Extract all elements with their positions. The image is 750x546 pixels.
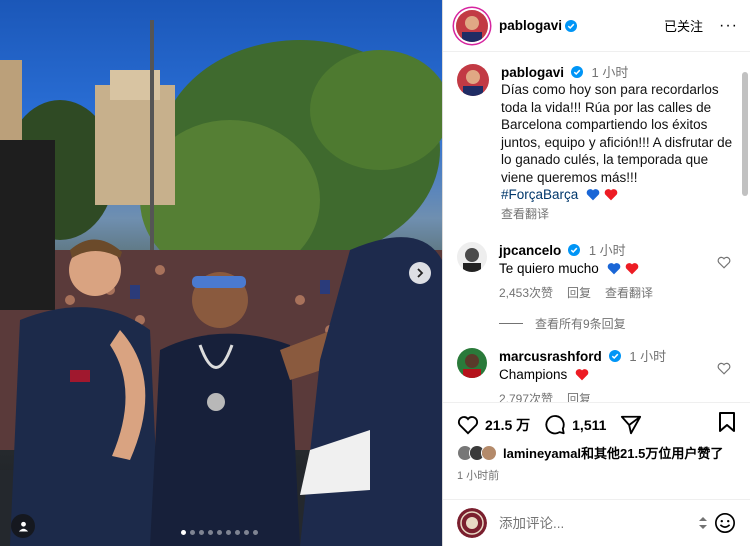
blue-heart-emoji-icon [607, 262, 620, 274]
comment-translate-link[interactable]: 查看翻译 [605, 284, 653, 301]
caption-translate-link[interactable]: 查看翻译 [501, 205, 733, 222]
likes-summary[interactable]: lamineyamal和其他21.5万位用户赞了 [457, 443, 723, 462]
comment-heart-icon[interactable] [717, 256, 731, 269]
carousel-dot[interactable] [244, 530, 249, 535]
carousel-dots [181, 530, 258, 535]
chevron-right-icon [417, 268, 424, 278]
comment-button[interactable]: 1,511 [544, 414, 606, 436]
comment-time: 1 小时 [588, 242, 626, 258]
commenter-username[interactable]: marcusrashford [499, 349, 602, 364]
red-heart-emoji-icon [604, 189, 618, 201]
caption-text: Días como hoy son para recordarlos toda … [501, 82, 733, 185]
verified-badge-icon [608, 349, 621, 362]
carousel-dot[interactable] [190, 530, 195, 535]
sort-arrows-icon[interactable] [698, 515, 708, 531]
share-icon [621, 415, 642, 434]
carousel-dot[interactable] [208, 530, 213, 535]
comment-count: 1,511 [572, 416, 607, 433]
user-tag-button[interactable] [11, 514, 35, 538]
carousel-dot[interactable] [217, 530, 222, 535]
comment-item: marcusrashford 1 小时 Champions 2,797次赞 回复 [443, 347, 750, 403]
comment-icon [545, 414, 565, 434]
verified-badge-icon [565, 19, 578, 32]
caption-time: 1 小时 [591, 65, 629, 80]
comment-item: jpcancelo 1 小时 Te quiero mucho 2,453次赞 回… [443, 241, 750, 301]
author-username[interactable]: pablogavi [499, 18, 562, 33]
view-replies-button[interactable]: 查看所有9条回复 [499, 315, 750, 332]
comment-text: Champions [499, 366, 568, 382]
red-heart-emoji-icon [575, 368, 589, 380]
current-user-avatar [457, 508, 487, 538]
replies-divider [499, 322, 523, 324]
comment-reply-button[interactable]: 回复 [567, 390, 591, 403]
photo-scene [0, 20, 442, 546]
comment-like-count[interactable]: 2,797次赞 [499, 390, 553, 403]
save-button[interactable] [718, 411, 736, 438]
scrollbar[interactable] [742, 72, 748, 196]
heart-icon [457, 415, 479, 434]
post-side-panel: pablogavi 已关注 ··· pablogavi 1 小时 Días co… [442, 0, 750, 546]
likes-text: lamineyamal和其他21.5万位用户赞了 [503, 446, 724, 461]
liker-avatar [481, 444, 497, 461]
following-button[interactable]: 已关注 [664, 16, 703, 35]
carousel-dot[interactable] [226, 530, 231, 535]
more-options-icon[interactable]: ··· [719, 17, 738, 35]
bookmark-icon [719, 412, 735, 432]
liker-avatars [457, 444, 497, 461]
blue-heart-emoji-icon [586, 189, 600, 201]
share-button[interactable] [620, 414, 642, 436]
carousel-dot[interactable] [181, 530, 186, 535]
post-header: pablogavi 已关注 ··· [443, 0, 750, 52]
comment-reply-button[interactable]: 回复 [567, 284, 591, 301]
commenter-username[interactable]: jpcancelo [499, 243, 561, 258]
view-replies-label: 查看所有9条回复 [535, 316, 626, 331]
verified-badge-icon [568, 243, 581, 256]
post-caption: pablogavi 1 小时 Días como hoy son para re… [443, 52, 750, 222]
next-photo-button[interactable] [409, 262, 431, 284]
comments-scroll-area[interactable]: pablogavi 1 小时 Días como hoy son para re… [443, 52, 750, 402]
caption-username[interactable]: pablogavi [501, 65, 564, 80]
comment-text: Te quiero mucho [499, 260, 599, 276]
post-actions-bar: 21.5 万 1,511 [443, 402, 750, 446]
comment-time: 1 小时 [629, 348, 667, 364]
post-timestamp: 1 小时前 [457, 470, 500, 482]
user-tag-icon [18, 521, 28, 532]
author-avatar[interactable] [456, 9, 488, 42]
commenter-avatar[interactable] [457, 347, 487, 378]
like-count: 21.5 万 [485, 416, 531, 433]
carousel-dot[interactable] [235, 530, 240, 535]
caption-author-avatar[interactable] [457, 64, 489, 96]
like-button[interactable]: 21.5 万 [457, 415, 530, 435]
carousel-dot[interactable] [199, 530, 204, 535]
hashtag-link[interactable]: #ForçaBarça [501, 187, 578, 202]
commenter-avatar[interactable] [457, 241, 487, 272]
emoji-icon[interactable] [714, 512, 736, 534]
red-heart-emoji-icon [625, 262, 638, 274]
carousel-dot[interactable] [253, 530, 258, 535]
comment-heart-icon[interactable] [717, 362, 731, 375]
verified-badge-icon [570, 66, 583, 78]
post-photo[interactable] [0, 0, 442, 546]
comment-input[interactable] [499, 515, 679, 531]
comment-like-count[interactable]: 2,453次赞 [499, 284, 553, 301]
add-comment-bar [443, 499, 750, 546]
